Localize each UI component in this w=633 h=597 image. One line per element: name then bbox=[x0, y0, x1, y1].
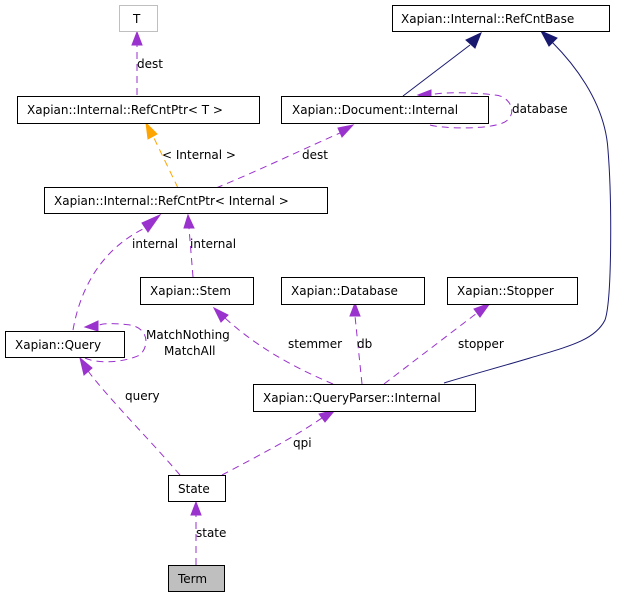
arrowhead-stopper bbox=[473, 301, 492, 318]
node-database[interactable]: Xapian::Database bbox=[281, 277, 425, 305]
node-label: Xapian::Internal::RefCntPtr< Internal > bbox=[54, 194, 289, 208]
edge-label-match-nothing: MatchNothing bbox=[146, 328, 230, 342]
edge-label-match-all: MatchAll bbox=[164, 344, 216, 358]
node-label: Xapian::Document::Internal bbox=[292, 103, 458, 117]
node-label: State bbox=[178, 482, 210, 496]
edge-label-qpi: qpi bbox=[293, 436, 312, 450]
arrowhead-query bbox=[79, 356, 93, 376]
node-document-internal[interactable]: Xapian::Document::Internal bbox=[281, 96, 489, 124]
node-label: Xapian::QueryParser::Internal bbox=[263, 391, 441, 405]
edge-query bbox=[87, 370, 181, 476]
arrowhead-dest-t bbox=[131, 30, 143, 46]
edge-label-stemmer: stemmer bbox=[288, 337, 342, 351]
edge-label-state: state bbox=[196, 526, 226, 540]
edge-internal-stem bbox=[188, 227, 194, 278]
edge-label-internal-query: internal bbox=[132, 237, 178, 251]
node-stem[interactable]: Xapian::Stem bbox=[140, 277, 254, 305]
arrowhead-inherit-queryparser bbox=[539, 29, 558, 47]
edge-label-dest-document: dest bbox=[302, 148, 328, 162]
collaboration-diagram: T Xapian::Internal::RefCntBase Xapian::I… bbox=[5, 5, 612, 592]
arrowhead-stemmer bbox=[212, 306, 229, 323]
edge-label-dest-t: dest bbox=[137, 57, 163, 71]
node-state[interactable]: State bbox=[168, 475, 226, 502]
node-term[interactable]: Term bbox=[168, 565, 225, 592]
edge-label-internal-stem: internal bbox=[190, 237, 236, 251]
node-queryparser-internal[interactable]: Xapian::QueryParser::Internal bbox=[253, 384, 476, 412]
node-label: Xapian::Internal::RefCntBase bbox=[401, 12, 574, 26]
edge-inherit-queryparser bbox=[443, 41, 612, 384]
edge-label-template-internal: < Internal > bbox=[162, 148, 236, 162]
edge-label-stopper: stopper bbox=[458, 337, 504, 351]
edge-stemmer bbox=[224, 317, 334, 385]
node-t[interactable]: T bbox=[119, 5, 158, 32]
node-label: Xapian::Stopper bbox=[457, 284, 554, 298]
node-label: Xapian::Database bbox=[291, 284, 398, 298]
edge-inherit-document bbox=[402, 44, 471, 97]
edge-label-database: database bbox=[512, 102, 568, 116]
node-label: T bbox=[132, 12, 141, 26]
node-query[interactable]: Xapian::Query bbox=[5, 331, 125, 358]
node-refcntbase[interactable]: Xapian::Internal::RefCntBase bbox=[392, 5, 610, 32]
node-label: Xapian::Query bbox=[15, 338, 101, 352]
node-label: Term bbox=[177, 572, 207, 586]
node-refcntptr-t[interactable]: Xapian::Internal::RefCntPtr< T > bbox=[17, 96, 260, 124]
arrowhead-dest-document bbox=[337, 124, 355, 138]
arrowhead-template-internal bbox=[145, 121, 158, 140]
arrowhead-internal-stem bbox=[183, 213, 195, 229]
node-label: Xapian::Internal::RefCntPtr< T > bbox=[27, 103, 223, 117]
arrowhead-internal-query bbox=[141, 213, 162, 233]
arrowhead-state bbox=[190, 500, 202, 516]
node-stopper[interactable]: Xapian::Stopper bbox=[447, 277, 578, 305]
arrowhead-query-self bbox=[83, 320, 99, 332]
node-refcntptr-internal[interactable]: Xapian::Internal::RefCntPtr< Internal > bbox=[44, 187, 328, 214]
edge-template-internal bbox=[152, 135, 179, 189]
edge-label-query: query bbox=[125, 389, 160, 403]
edge-label-db: db bbox=[357, 337, 372, 351]
node-label: Xapian::Stem bbox=[150, 284, 231, 298]
